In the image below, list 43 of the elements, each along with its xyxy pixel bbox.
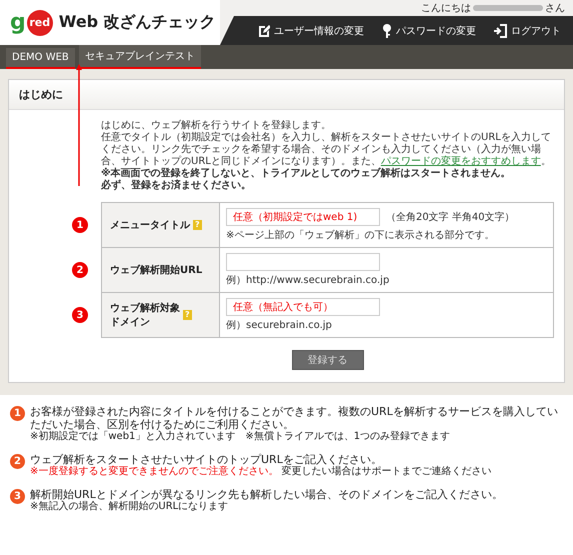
note-subtext: 変更したい場合はサポートまでご連絡ください [282,466,492,477]
field-label: ウェブ解析対象 ドメイン [110,301,180,329]
nav-link[interactable]: パスワードの変更 [382,24,476,38]
number-marker: 1 [72,217,88,233]
door-exit-icon [494,24,507,38]
field-hint: ※ページ上部の「ウェブ解析」の下に表示される部分です。 [226,228,496,242]
pencil-icon [258,24,270,37]
note-text: 解析開始URLとドメインが異なるリンク先も解析したい場合、そのドメインをご記入ください。 [30,488,503,501]
field-label: メニュータイトル [110,219,190,232]
app-title: Web 改ざんチェック [58,12,216,33]
note-subtext: ※初期設定では「web1」と入力されています ※無償トライアルでは、1つのみ登録できます [30,431,450,442]
warning-text: ※本画面での登録を終了しないと、トライアルとしてのウェブ解析はスタートされません。 [101,168,512,179]
intro-text: はじめに、ウェブ解析を行うサイトを登録します。 [101,120,332,132]
field-hint: 例）http://www.securebrain.co.jp [226,274,390,287]
input-field[interactable] [226,253,380,271]
warning-text: ※一度登録すると変更できませんのでご注意ください。 [30,466,278,477]
nav-link[interactable]: ログアウト [494,24,561,38]
number-marker: 2 [72,262,88,278]
redacted-name [473,5,543,11]
logo-letter: g [10,12,26,34]
key-icon [382,24,392,38]
number-marker: 3 [10,489,25,504]
length-hint: （全角20文字 半角40文字） [386,210,515,224]
tab[interactable]: DEMO WEB [6,48,75,69]
tab[interactable]: セキュアブレインテスト [78,45,201,69]
register-button[interactable]: 登録する [292,350,364,370]
note-text: ウェブ解析をスタートさせたいサイトのトップURLをご記入ください。 [30,453,383,466]
password-link[interactable]: パスワードの変更をおすすめします [380,156,541,167]
greeting-suffix: さん [545,2,565,15]
warning-text: 必ず、登録をお済ませください。 [101,180,252,192]
number-marker: 3 [72,307,88,323]
field-label: ウェブ解析開始URL [110,264,202,277]
input-field[interactable]: 任意（初期設定ではweb 1) [226,208,380,226]
note-text: お客様が登録された内容にタイトルを付けることができます。複数のURLを解析するサービスを購入していただいた場合、区別を付けるためにご利用ください。 [30,405,559,431]
greeting: こんにちは [421,2,471,15]
number-marker: 1 [10,406,25,421]
logo-badge: red [26,10,53,36]
field-hint: 例）securebrain.co.jp [226,319,333,332]
nav-link[interactable]: ユーザー情報の変更 [258,24,364,38]
note-subtext: ※無記入の場合、解析開始のURLになります [30,501,228,512]
intro-paragraph: 任意でタイトル（初期設定では会社名）を入力し、解析をスタートさせたいサイトのURLを入力してください。リンク先でチェックを希望する場合、そのドメインも入力してください（入力が無い場合、サイトトップのURLと同じドメインになります）。また、パスワードの変更をおすすめします。 [101,132,552,168]
number-marker: 2 [10,454,25,469]
input-field[interactable]: 任意（無記入でも可） [226,298,380,316]
